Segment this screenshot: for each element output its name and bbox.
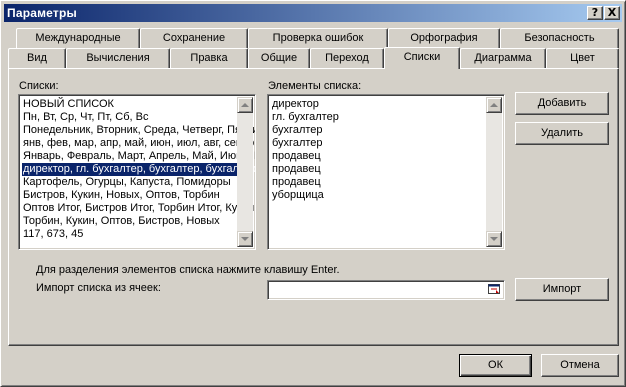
entry-line: бухгалтер: [272, 124, 323, 136]
import-button-label: Импорт: [542, 283, 582, 295]
list-item[interactable]: Торбин, Кукин, Оптов, Бистров, Новых: [22, 215, 239, 228]
cancel-button[interactable]: Отмена: [541, 354, 619, 377]
scroll-up-button[interactable]: [237, 97, 253, 113]
tab-label: Правка: [190, 52, 228, 64]
tab-label: Проверка ошибок: [272, 32, 364, 44]
list-entries-items: директор гл. бухгалтер бухгалтер бухгалт…: [271, 98, 488, 202]
close-icon: X: [607, 6, 617, 19]
tab-label: Орфография: [410, 32, 478, 44]
list-entries-textarea[interactable]: директор гл. бухгалтер бухгалтер бухгалт…: [267, 94, 505, 250]
entry-line: бухгалтер: [272, 137, 323, 149]
tab-transition[interactable]: Переход: [310, 48, 384, 68]
entry-line: продавец: [272, 176, 321, 188]
import-range-field[interactable]: [267, 280, 505, 300]
arrow-up-icon: [241, 103, 249, 107]
import-label: Импорт списка из ячеек:: [36, 282, 161, 294]
list-item[interactable]: Понедельник, Вторник, Среда, Четверг, Пя…: [22, 124, 255, 137]
close-button[interactable]: X: [604, 6, 620, 20]
tab-chart[interactable]: Диаграмма: [460, 48, 546, 68]
entry-line: директор: [272, 98, 319, 110]
entry-line: продавец: [272, 163, 321, 175]
list-item[interactable]: Бистров, Кукин, Новых, Оптов, Торбин: [22, 189, 239, 202]
entry-line: гл. бухгалтер: [272, 111, 339, 123]
list-item[interactable]: 117, 673, 45: [22, 228, 239, 241]
arrow-up-icon: [490, 103, 498, 107]
scroll-down-button[interactable]: [237, 231, 253, 247]
add-button[interactable]: Добавить: [515, 92, 609, 115]
arrow-down-icon: [490, 237, 498, 241]
tab-label: Переход: [325, 52, 369, 64]
title-bar[interactable]: Параметры ? X: [4, 4, 622, 22]
entries-scrollbar[interactable]: [486, 97, 502, 247]
enter-hint-text: Для разделения элементов списка нажмите …: [36, 264, 340, 276]
window-title: Параметры: [7, 6, 77, 20]
tab-general[interactable]: Общие: [248, 48, 310, 68]
tab-label: Вид: [27, 52, 47, 64]
list-item[interactable]: Оптов Итог, Бистров Итог, Торбин Итог, К…: [22, 202, 255, 215]
tab-calculation[interactable]: Вычисления: [66, 48, 170, 68]
list-item[interactable]: Январь, Февраль, Март, Апрель, Май, Июнь…: [22, 150, 255, 163]
list-item[interactable]: Пн, Вт, Ср, Чт, Пт, Сб, Вс: [22, 111, 239, 124]
delete-button[interactable]: Удалить: [515, 122, 609, 145]
ok-button-label: ОК: [488, 359, 503, 371]
lists-scrollbar[interactable]: [237, 97, 253, 247]
help-button[interactable]: ?: [587, 6, 603, 20]
cancel-button-label: Отмена: [560, 359, 600, 371]
tab-label: Безопасность: [524, 32, 595, 44]
tab-custom-lists[interactable]: Списки: [384, 47, 460, 69]
delete-button-label: Удалить: [541, 127, 583, 139]
import-button[interactable]: Импорт: [515, 278, 609, 301]
options-dialog: Параметры ? X Международные Сохранение П…: [0, 0, 626, 387]
tab-error-checking[interactable]: Проверка ошибок: [248, 28, 388, 48]
tab-label: Сохранение: [162, 32, 226, 44]
tab-label: Диаграмма: [474, 52, 532, 64]
tab-security[interactable]: Безопасность: [500, 28, 619, 48]
entries-label: Элементы списка:: [268, 80, 362, 92]
list-item[interactable]: Картофель, Огурцы, Капуста, Помидоры: [22, 176, 239, 189]
ok-button[interactable]: ОК: [459, 354, 532, 377]
tab-international[interactable]: Международные: [16, 28, 140, 48]
list-item[interactable]: янв, фев, мар, апр, май, июн, июл, авг, …: [22, 137, 255, 150]
custom-lists-items: НОВЫЙ СПИСОК Пн, Вт, Ср, Чт, Пт, Сб, Вс …: [22, 98, 255, 241]
scroll-down-button[interactable]: [486, 231, 502, 247]
list-item-selected[interactable]: директор, гл. бухгалтер, бухгалтер, бухг…: [22, 163, 255, 176]
entry-line: продавец: [272, 150, 321, 162]
range-select-icon[interactable]: [488, 283, 501, 296]
tab-view[interactable]: Вид: [8, 48, 66, 68]
entry-line: уборщица: [272, 189, 324, 201]
scroll-up-button[interactable]: [486, 97, 502, 113]
list-item[interactable]: НОВЫЙ СПИСОК: [22, 98, 239, 111]
tab-label: Вычисления: [86, 52, 150, 64]
tab-color[interactable]: Цвет: [546, 48, 619, 68]
custom-lists-listbox[interactable]: НОВЫЙ СПИСОК Пн, Вт, Ср, Чт, Пт, Сб, Вс …: [18, 94, 256, 250]
tab-label: Цвет: [570, 52, 595, 64]
help-icon: ?: [591, 6, 599, 19]
tab-label: Списки: [403, 51, 441, 63]
tab-label: Международные: [35, 32, 121, 44]
tab-save[interactable]: Сохранение: [140, 28, 248, 48]
arrow-down-icon: [241, 237, 249, 241]
lists-label: Списки:: [19, 80, 59, 92]
tab-label: Общие: [260, 52, 298, 64]
tab-edit[interactable]: Правка: [170, 48, 248, 68]
tab-spelling[interactable]: Орфография: [388, 28, 500, 48]
add-button-label: Добавить: [537, 97, 587, 109]
